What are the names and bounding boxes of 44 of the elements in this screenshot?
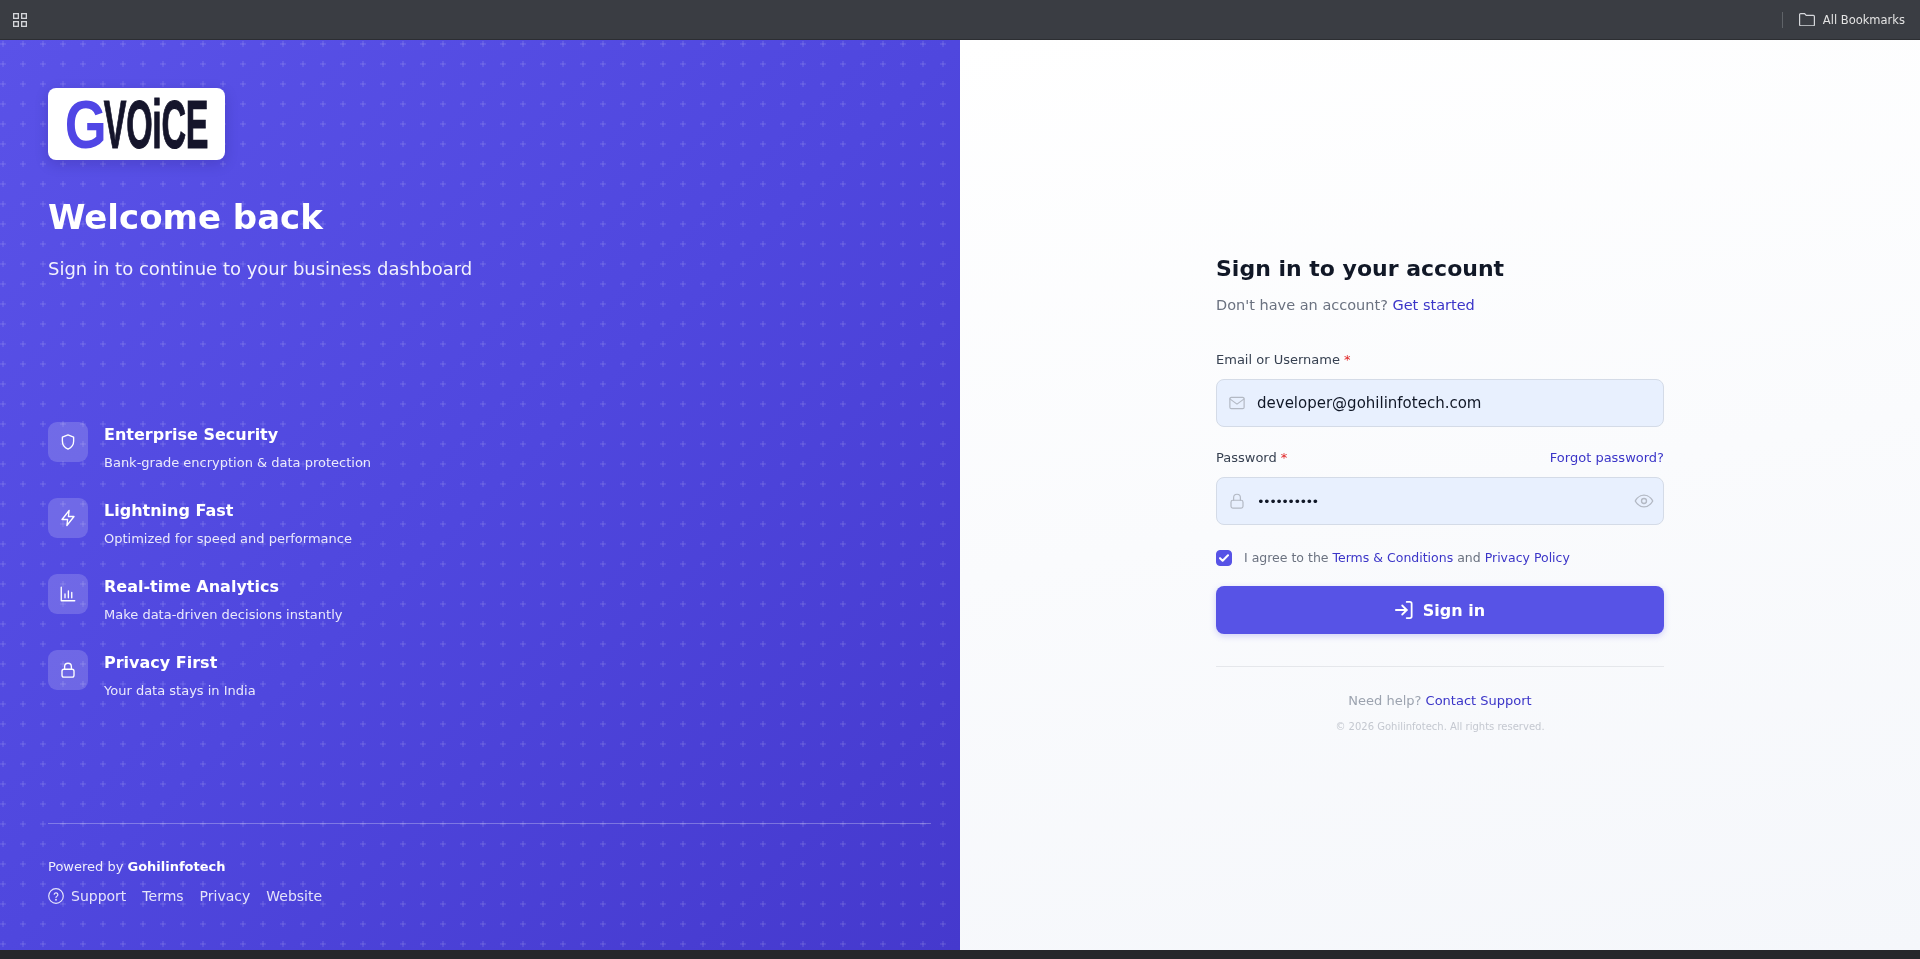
email-field[interactable]: developer@gohilinfotech.com xyxy=(1216,379,1664,427)
bookmarks-button[interactable]: All Bookmarks xyxy=(1798,12,1905,27)
contact-support-link[interactable]: Contact Support xyxy=(1425,693,1532,708)
sign-in-button[interactable]: Sign in xyxy=(1216,586,1664,634)
agree-checkbox[interactable] xyxy=(1216,550,1232,566)
welcome-heading: Welcome back xyxy=(48,197,323,238)
shield-icon xyxy=(48,422,88,462)
password-label: Password xyxy=(1216,449,1277,467)
terms-link[interactable]: Terms & Conditions xyxy=(1332,550,1454,565)
signup-prompt: Don't have an account? Get started xyxy=(1216,296,1475,315)
welcome-subheading: Sign in to continue to your business dashboard xyxy=(48,257,473,281)
powered-by-text: Powered by Gohilinfotech xyxy=(48,858,226,876)
password-field[interactable]: •••••••••• xyxy=(1216,477,1664,525)
feature-title: Lightning Fast xyxy=(104,500,234,522)
agreement-text: I agree to the Terms & Conditions and Privacy Policy xyxy=(1244,549,1570,567)
feature-description: Make data-driven decisions instantly xyxy=(104,606,343,624)
folder-icon xyxy=(1798,13,1815,26)
feature-description: Optimized for speed and performance xyxy=(104,530,352,548)
forgot-password-link[interactable]: Forgot password? xyxy=(1549,448,1664,468)
bar-chart-icon xyxy=(48,574,88,614)
footer-link[interactable]: Support xyxy=(48,886,127,906)
feature-description: Your data stays in India xyxy=(104,682,256,700)
mail-icon xyxy=(1228,394,1246,412)
feature-title: Enterprise Security xyxy=(104,424,279,446)
feature-title: Real-time Analytics xyxy=(104,576,279,598)
feature-title: Privacy First xyxy=(104,652,218,674)
lightning-icon xyxy=(48,498,88,538)
get-started-link[interactable]: Get started xyxy=(1392,297,1475,313)
lock-icon xyxy=(48,650,88,690)
sign-in-heading: Sign in to your account xyxy=(1216,255,1505,283)
help-icon xyxy=(48,888,64,904)
privacy-policy-link[interactable]: Privacy Policy xyxy=(1484,550,1570,565)
email-label: Email or Username xyxy=(1216,351,1340,369)
footer-link[interactable]: Website xyxy=(266,886,323,906)
apps-grid-icon[interactable] xyxy=(13,12,27,27)
help-prompt: Need help? Contact Support xyxy=(1348,692,1532,710)
feature-description: Bank-grade encryption & data protection xyxy=(104,454,372,472)
required-mark: * xyxy=(1343,351,1351,369)
lock-icon xyxy=(1228,492,1246,510)
login-icon xyxy=(1394,601,1413,619)
footer-link[interactable]: Privacy xyxy=(199,886,251,906)
checkmark-icon xyxy=(1219,554,1229,562)
required-mark: * xyxy=(1280,449,1288,467)
footer-link[interactable]: Terms xyxy=(142,886,184,906)
